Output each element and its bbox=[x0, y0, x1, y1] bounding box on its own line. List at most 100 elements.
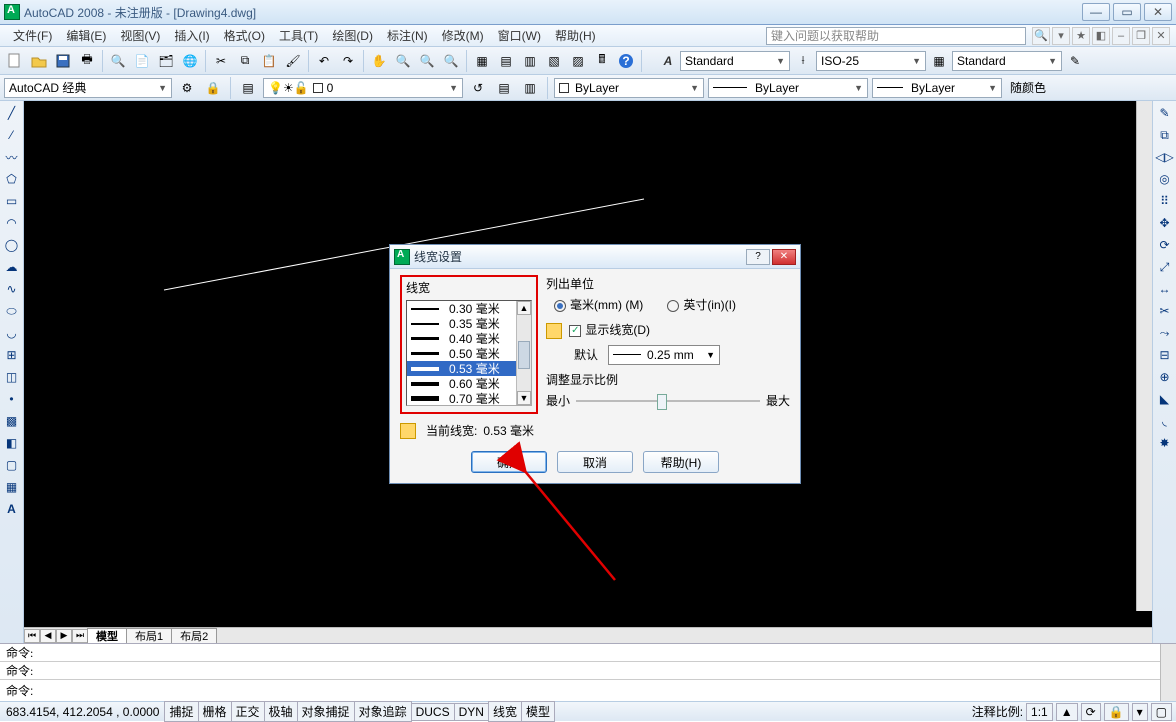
textstyle-icon[interactable]: A bbox=[658, 51, 678, 71]
extend-icon[interactable]: ⤳ bbox=[1155, 323, 1175, 343]
erase-icon[interactable]: ✎ bbox=[1155, 103, 1175, 123]
ellipse-icon[interactable]: ⬭ bbox=[2, 301, 22, 321]
xline-icon[interactable]: ⁄ bbox=[2, 125, 22, 145]
ducs-toggle[interactable]: DUCS bbox=[411, 703, 455, 721]
join-icon[interactable]: ⊕ bbox=[1155, 367, 1175, 387]
zoom-rt-icon[interactable]: 🔍 bbox=[392, 50, 414, 72]
lineweight-item[interactable]: 0.40 毫米 bbox=[407, 331, 531, 346]
vertical-scrollbar[interactable] bbox=[1136, 101, 1152, 611]
copy-obj-icon[interactable]: ⧉ bbox=[1155, 125, 1175, 145]
model-toggle[interactable]: 模型 bbox=[521, 701, 555, 722]
text-style-combo[interactable]: Standard▼ bbox=[680, 51, 790, 71]
plot-preview-icon[interactable]: 🔍 bbox=[107, 50, 129, 72]
tab-prev-icon[interactable]: ◀ bbox=[40, 629, 56, 643]
tp-icon[interactable]: ▥ bbox=[519, 50, 541, 72]
region-icon[interactable]: ▢ bbox=[2, 455, 22, 475]
ws-settings-icon[interactable]: ⚙ bbox=[176, 77, 198, 99]
dimstyle-icon[interactable]: ⟊ bbox=[792, 50, 814, 72]
gradient-icon[interactable]: ◧ bbox=[2, 433, 22, 453]
lineweight-combo[interactable]: ByLayer▼ bbox=[872, 78, 1002, 98]
annoauto-icon[interactable]: ⟳ bbox=[1081, 703, 1101, 721]
help-button[interactable]: 帮助(H) bbox=[643, 451, 719, 473]
menu-modify[interactable]: 修改(M) bbox=[435, 27, 491, 44]
unit-in-radio[interactable]: 英寸(in)(I) bbox=[667, 296, 736, 313]
mtext-icon[interactable]: A bbox=[2, 499, 22, 519]
line-icon[interactable]: ╱ bbox=[2, 103, 22, 123]
sheet-icon[interactable]: 🗂 bbox=[155, 50, 177, 72]
close-button[interactable]: ✕ bbox=[1144, 3, 1172, 21]
tab-next-icon[interactable]: ▶ bbox=[56, 629, 72, 643]
scroll-up-icon[interactable]: ▲ bbox=[517, 301, 531, 315]
dc-icon[interactable]: ▤ bbox=[495, 50, 517, 72]
cut-icon[interactable]: ✂ bbox=[210, 50, 232, 72]
table-style-combo[interactable]: Standard▼ bbox=[952, 51, 1062, 71]
calc-icon[interactable]: 🖩 bbox=[591, 50, 613, 72]
layer-prev-icon[interactable]: ↺ bbox=[467, 77, 489, 99]
layers-icon[interactable]: ▤ bbox=[237, 77, 259, 99]
doc-minimize-icon[interactable]: – bbox=[1112, 27, 1130, 45]
annoscale-combo[interactable]: 1:1 bbox=[1026, 703, 1053, 721]
scale-icon[interactable]: ⤢ bbox=[1155, 257, 1175, 277]
default-lineweight-combo[interactable]: 0.25 mm▼ bbox=[608, 345, 720, 365]
toolbar-lock-icon[interactable]: 🔒 bbox=[202, 77, 224, 99]
dyn-toggle[interactable]: DYN bbox=[454, 703, 489, 721]
display-scale-slider[interactable] bbox=[576, 392, 760, 410]
trim-icon[interactable]: ✂ bbox=[1155, 301, 1175, 321]
insert-icon[interactable]: ⊞ bbox=[2, 345, 22, 365]
otrack-toggle[interactable]: 对象追踪 bbox=[354, 701, 412, 722]
lwt-toggle[interactable]: 线宽 bbox=[488, 701, 522, 722]
color-combo[interactable]: ByLayer▼ bbox=[554, 78, 704, 98]
mleader-icon[interactable]: ✎ bbox=[1064, 50, 1086, 72]
ssm-icon[interactable]: ▧ bbox=[543, 50, 565, 72]
offset-icon[interactable]: ◎ bbox=[1155, 169, 1175, 189]
table-icon[interactable]: ▦ bbox=[2, 477, 22, 497]
menu-dim[interactable]: 标注(N) bbox=[380, 27, 435, 44]
circle-icon[interactable]: ◯ bbox=[2, 235, 22, 255]
osnap-toggle[interactable]: 对象捕捉 bbox=[297, 701, 355, 722]
print-icon[interactable]: 🖶 bbox=[76, 50, 98, 72]
snap-toggle[interactable]: 捕捉 bbox=[164, 701, 198, 722]
zoom-prev-icon[interactable]: 🔍 bbox=[440, 50, 462, 72]
markup-icon[interactable]: ▨ bbox=[567, 50, 589, 72]
props-icon[interactable]: ▦ bbox=[471, 50, 493, 72]
tab-last-icon[interactable]: ⏭ bbox=[72, 629, 88, 643]
plotstyle-combo[interactable]: 随颜色 bbox=[1006, 78, 1060, 98]
star-icon[interactable]: ★ bbox=[1072, 27, 1090, 45]
hatch-icon[interactable]: ▩ bbox=[2, 411, 22, 431]
mirror-icon[interactable]: ◁▷ bbox=[1155, 147, 1175, 167]
menu-help[interactable]: 帮助(H) bbox=[548, 27, 603, 44]
menu-view[interactable]: 视图(V) bbox=[113, 27, 167, 44]
menu-format[interactable]: 格式(O) bbox=[217, 27, 272, 44]
menu-file[interactable]: 文件(F) bbox=[6, 27, 59, 44]
save-icon[interactable] bbox=[52, 50, 74, 72]
lock-ui-icon[interactable]: 🔒 bbox=[1104, 703, 1129, 721]
workspace-combo[interactable]: AutoCAD 经典▼ bbox=[4, 78, 172, 98]
copy-icon[interactable]: ⧉ bbox=[234, 50, 256, 72]
scroll-thumb[interactable] bbox=[518, 341, 530, 369]
cancel-button[interactable]: 取消 bbox=[557, 451, 633, 473]
layer-combo[interactable]: 💡 ☀ 🔓 0▼ bbox=[263, 78, 463, 98]
polar-toggle[interactable]: 极轴 bbox=[264, 701, 298, 722]
dialog-title-bar[interactable]: 线宽设置 ? ✕ bbox=[390, 245, 800, 269]
spline-icon[interactable]: ∿ bbox=[2, 279, 22, 299]
tab-layout2[interactable]: 布局2 bbox=[171, 628, 217, 644]
tab-layout1[interactable]: 布局1 bbox=[126, 628, 172, 644]
clean-screen-icon[interactable]: ▢ bbox=[1151, 703, 1172, 721]
dialog-close-icon[interactable]: ✕ bbox=[772, 249, 796, 265]
menu-window[interactable]: 窗口(W) bbox=[491, 27, 548, 44]
explode-icon[interactable]: ✸ bbox=[1155, 433, 1175, 453]
arc-icon[interactable]: ◠ bbox=[2, 213, 22, 233]
tblstyle-icon[interactable]: ▦ bbox=[928, 50, 950, 72]
revcloud-icon[interactable]: ☁ bbox=[2, 257, 22, 277]
zoom-win-icon[interactable]: 🔍 bbox=[416, 50, 438, 72]
menu-insert[interactable]: 插入(I) bbox=[167, 27, 216, 44]
rotate-icon[interactable]: ⟳ bbox=[1155, 235, 1175, 255]
tray-icon[interactable]: ▾ bbox=[1132, 703, 1148, 721]
doc-close-icon[interactable]: ✕ bbox=[1152, 27, 1170, 45]
rect-icon[interactable]: ▭ bbox=[2, 191, 22, 211]
dialog-help-icon[interactable]: ? bbox=[746, 249, 770, 265]
menu-draw[interactable]: 绘图(D) bbox=[325, 27, 380, 44]
new-icon[interactable] bbox=[4, 50, 26, 72]
lineweight-listbox[interactable]: 0.30 毫米0.35 毫米0.40 毫米0.50 毫米0.53 毫米0.60 … bbox=[406, 300, 532, 406]
search-icon[interactable]: 🔍 bbox=[1032, 27, 1050, 45]
